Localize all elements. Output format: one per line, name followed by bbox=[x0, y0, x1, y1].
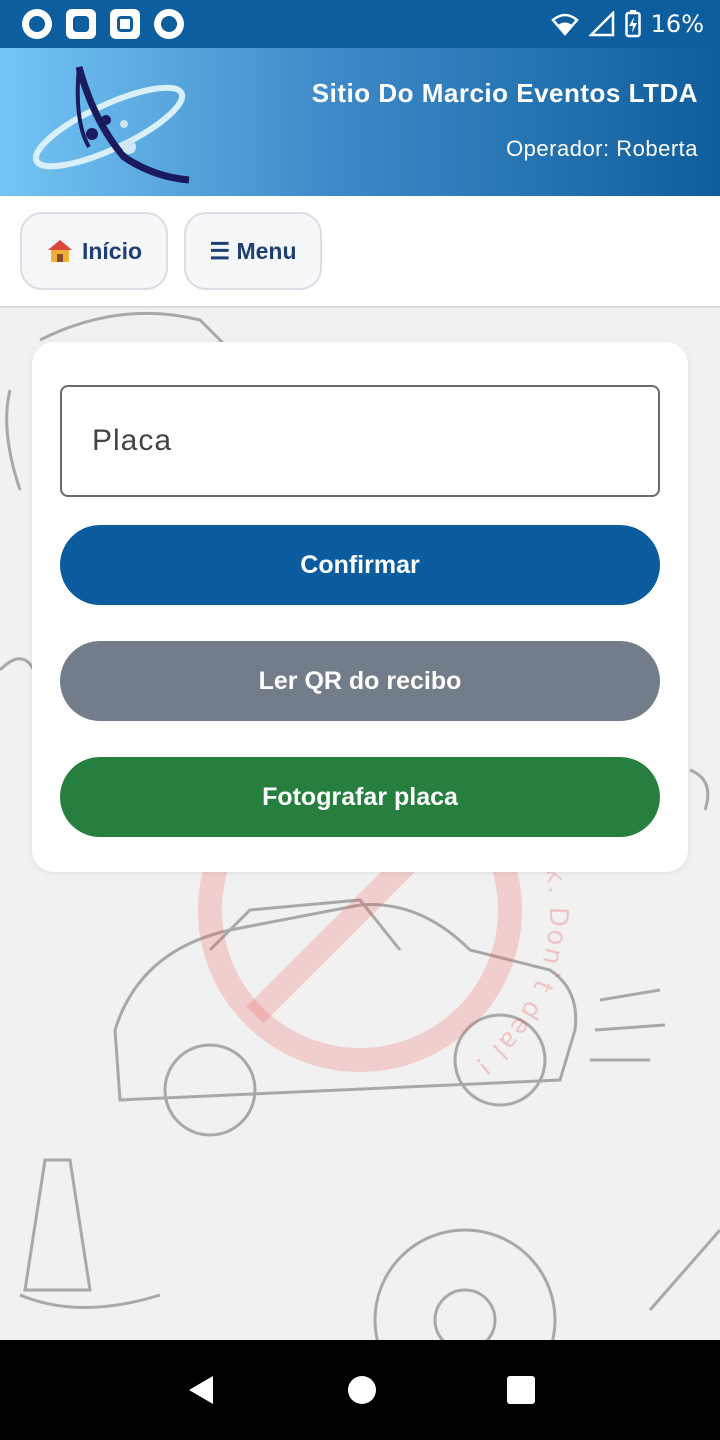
status-right: 16% bbox=[550, 10, 704, 38]
top-nav: Início ☰ Menu bbox=[0, 196, 720, 308]
home-circle-icon[interactable] bbox=[346, 1374, 378, 1406]
company-name: Sitio Do Marcio Eventos LTDA bbox=[311, 78, 698, 108]
home-label: Início bbox=[81, 237, 143, 264]
company-logo bbox=[32, 66, 190, 184]
screenshot-icon bbox=[66, 9, 96, 39]
house-icon bbox=[47, 240, 72, 262]
wifi-icon bbox=[550, 13, 579, 36]
app-icon bbox=[22, 9, 52, 39]
recents-icon[interactable] bbox=[505, 1374, 537, 1406]
menu-label: ☰ Menu bbox=[209, 237, 297, 264]
app-header: Sitio Do Marcio Eventos LTDA Operador: R… bbox=[0, 48, 720, 196]
status-left-icons bbox=[22, 9, 184, 39]
home-button[interactable]: Início bbox=[20, 212, 168, 290]
read-qr-label: Ler QR do recibo bbox=[258, 666, 462, 695]
photo-plate-button[interactable]: Fotografar placa bbox=[60, 757, 660, 837]
read-qr-button[interactable]: Ler QR do recibo bbox=[60, 641, 660, 721]
battery-percent: 16% bbox=[650, 10, 704, 38]
system-navigation-bar bbox=[0, 1340, 720, 1440]
photo-plate-label: Fotografar placa bbox=[262, 782, 458, 811]
placa-input[interactable] bbox=[60, 385, 660, 497]
confirm-label: Confirmar bbox=[300, 550, 420, 579]
placa-form-card: Confirmar Ler QR do recibo Fotografar pl… bbox=[32, 342, 688, 872]
status-bar: 16% bbox=[0, 0, 720, 48]
menu-button[interactable]: ☰ Menu bbox=[184, 212, 322, 290]
app-icon bbox=[154, 9, 184, 39]
battery-charging-icon bbox=[624, 10, 641, 38]
back-icon[interactable] bbox=[183, 1372, 219, 1408]
operator-name: Operador: Roberta bbox=[506, 136, 698, 161]
confirm-button[interactable]: Confirmar bbox=[60, 525, 660, 605]
grid-app-icon bbox=[110, 9, 140, 39]
signal-icon bbox=[588, 11, 614, 37]
